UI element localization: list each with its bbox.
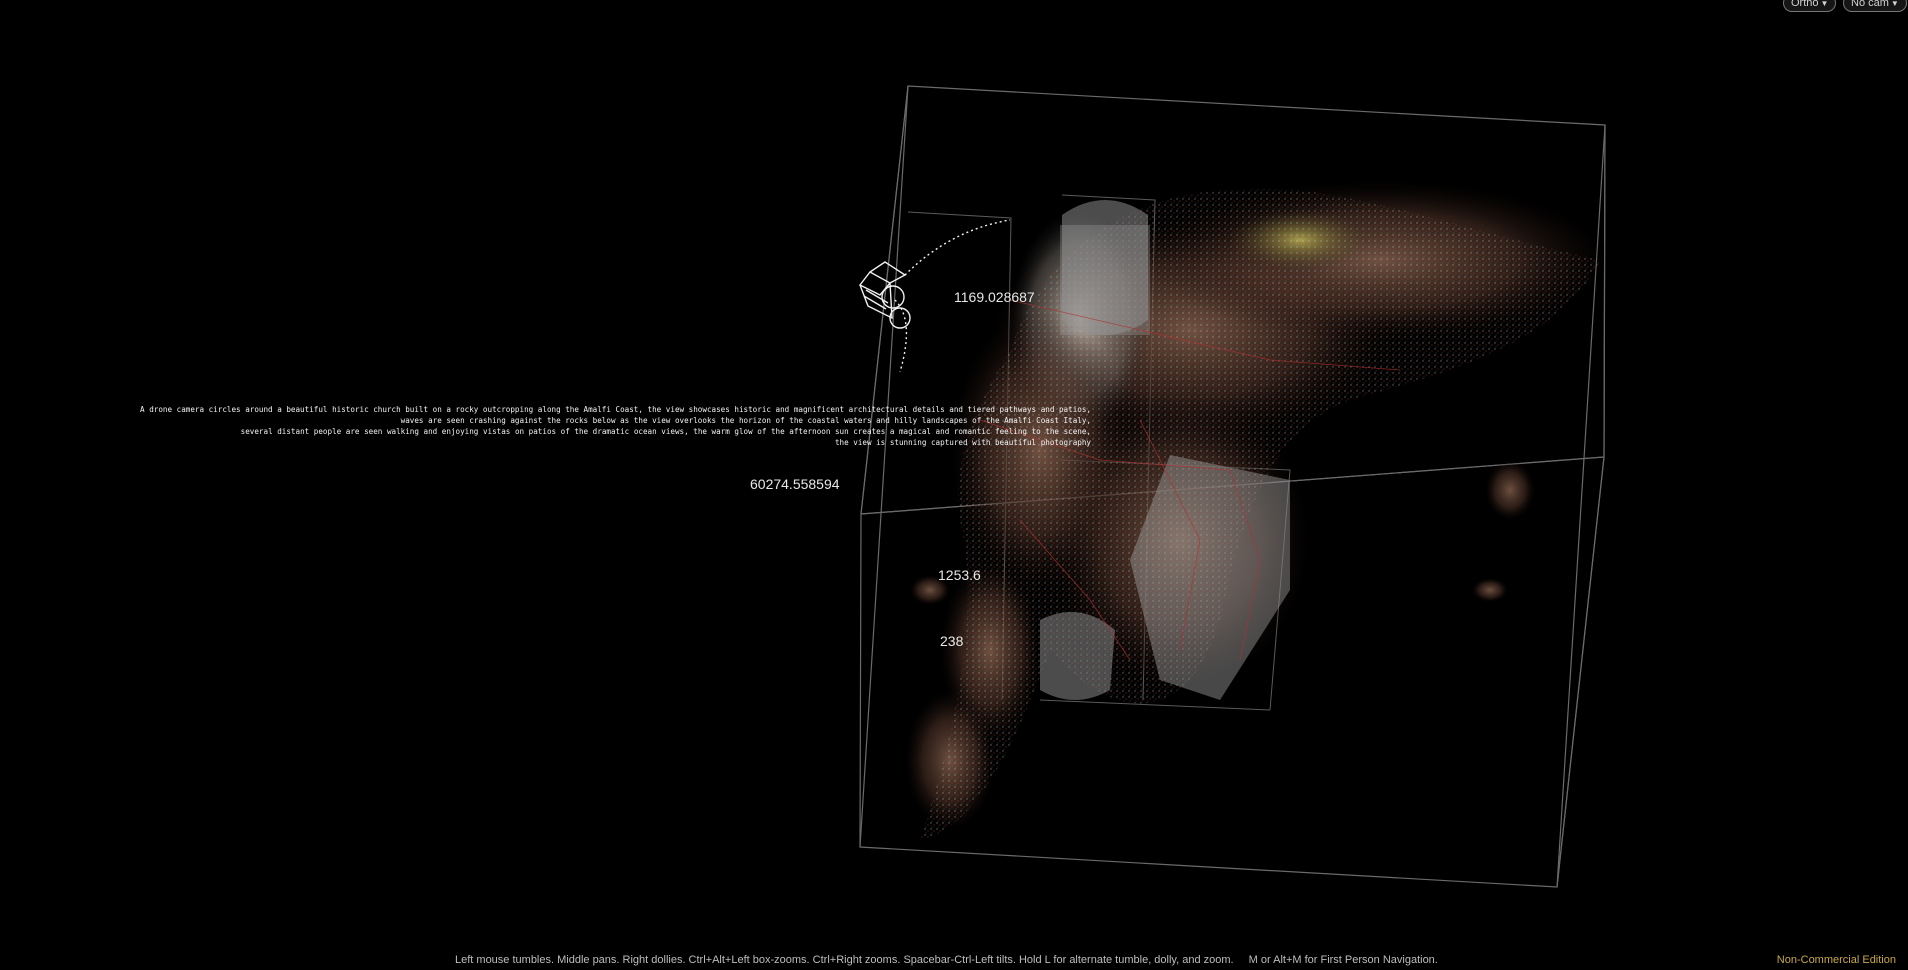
- prompt-line: several distant people are seen walking …: [240, 427, 1091, 436]
- measurement-label: 238: [940, 633, 964, 649]
- prompt-text-overlay: A drone camera circles around a beautifu…: [140, 404, 1091, 448]
- prompt-line: the view is stunning captured with beaut…: [834, 438, 1091, 447]
- navigation-hint: Left mouse tumbles. Middle pans. Right d…: [455, 954, 1438, 966]
- chevron-down-icon: ▼: [1820, 0, 1829, 8]
- scene-canvas[interactable]: [0, 0, 1908, 970]
- 3d-viewport[interactable]: Ortho ▼ No cam ▼ 1169.028687 60274.558594 …: [0, 0, 1908, 970]
- measurement-label: 1253.6: [938, 567, 981, 583]
- chevron-down-icon: ▼: [1890, 0, 1899, 8]
- first-person-hint-text: M or Alt+M for First Person Navigation.: [1248, 954, 1438, 966]
- measurement-label: 1169.028687: [954, 289, 1035, 305]
- camera-button-label: No cam: [1851, 0, 1889, 9]
- measurement-label: 60274.558594: [750, 476, 840, 492]
- projection-dropdown-button[interactable]: Ortho ▼: [1783, 0, 1837, 12]
- prompt-line: A drone camera circles around a beautifu…: [140, 405, 1091, 414]
- edition-label: Non-Commercial Edition: [1776, 954, 1896, 966]
- navigation-hint-text: Left mouse tumbles. Middle pans. Right d…: [455, 954, 1234, 966]
- camera-dropdown-button[interactable]: No cam ▼: [1843, 0, 1907, 12]
- projection-button-label: Ortho: [1791, 0, 1819, 9]
- prompt-line: waves are seen crashing against the rock…: [400, 416, 1091, 425]
